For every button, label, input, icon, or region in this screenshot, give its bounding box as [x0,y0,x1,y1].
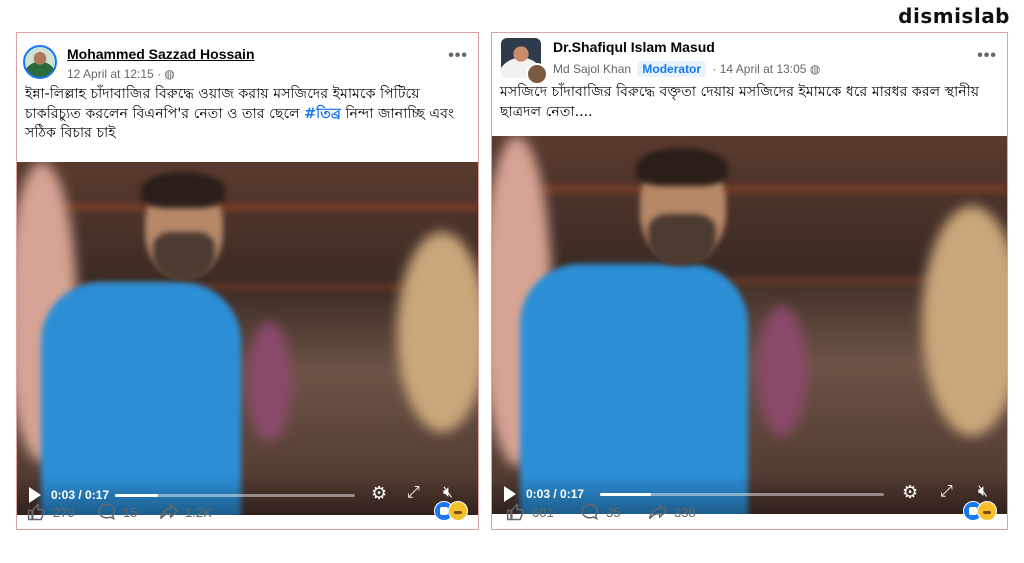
video-player[interactable]: 0:03 / 0:17 ⚙ ⤢ 🔇︎ [17,162,478,515]
video-background [922,206,1007,436]
poster-avatar[interactable] [526,63,548,85]
video-person [141,172,225,208]
video-background [17,202,478,212]
like-count: 601 [532,504,554,520]
like-icon [506,503,524,521]
share-count: 1.2K [185,504,212,520]
video-player[interactable]: 0:03 / 0:17 ⚙ ⤢ 🔇︎ [492,136,1007,514]
video-background [757,306,807,436]
more-dots-icon[interactable]: ••• [448,47,468,65]
like-count: 279 [53,504,75,520]
post-meta: Md Sajol Khan Moderator · 14 April at 13… [553,61,820,77]
author-avatar[interactable] [23,45,57,79]
sad-reaction-icon [977,501,997,521]
like-icon [27,503,45,521]
video-person [153,232,215,280]
video-person [648,214,716,266]
comment-count: 35 [606,504,621,520]
separator: · [712,62,717,76]
share-button[interactable]: 1.2K [159,502,212,522]
post-header: Mohammed Sazzad Hossain 12 April at 12:1… [17,33,478,85]
video-person [636,148,728,186]
brand-logo: dismislab [898,4,1010,28]
like-button[interactable]: 601 [506,502,554,522]
post-header: Dr.Shafiqul Islam Masud Md Sajol Khan Mo… [492,33,1007,85]
group-name[interactable]: Dr.Shafiqul Islam Masud [553,39,715,55]
share-count: 338 [674,504,696,520]
reactions-summary[interactable] [434,501,468,521]
video-background [397,232,478,432]
author-name[interactable]: Mohammed Sazzad Hossain [67,46,255,62]
like-button[interactable]: 279 [27,502,75,522]
post-date[interactable]: 12 April at 12:15 [67,67,154,81]
poster-name[interactable]: Md Sajol Khan [553,62,631,76]
comment-icon [98,503,116,521]
comment-icon [581,503,599,521]
post-actions: 601 35 338 [492,493,1007,529]
hashtag-link[interactable]: #তিব্র [304,106,341,122]
post-date[interactable]: 14 April at 13:05 [720,62,807,76]
comment-button[interactable]: 35 [580,502,620,522]
more-dots-icon[interactable]: ••• [977,47,997,65]
share-icon [159,503,179,520]
comment-button[interactable]: 15 [97,502,137,522]
post-meta: 12 April at 12:15 · ◍ [67,67,175,81]
reactions-summary[interactable] [963,501,997,521]
video-background [247,322,292,442]
sad-reaction-icon [448,501,468,521]
comment-count: 15 [123,504,138,520]
post-text: মসজিদে চাঁদাবাজির বিরুদ্ধে বক্তৃতা দেয়া… [500,84,980,120]
share-icon [648,503,668,520]
globe-icon: ◍ [809,62,821,76]
moderator-badge: Moderator [637,61,707,77]
facebook-post-left: Mohammed Sazzad Hossain 12 April at 12:1… [16,32,479,530]
post-actions: 279 15 1.2K [17,493,478,529]
share-button[interactable]: 338 [648,502,696,522]
post-text: ইন্না-লিল্লাহ চাঁদাবাজির বিরুদ্ধে ওয়াজ … [17,85,478,144]
video-background [492,184,1007,194]
facebook-post-right: Dr.Shafiqul Islam Masud Md Sajol Khan Mo… [491,32,1008,530]
globe-icon: · ◍ [157,67,175,81]
